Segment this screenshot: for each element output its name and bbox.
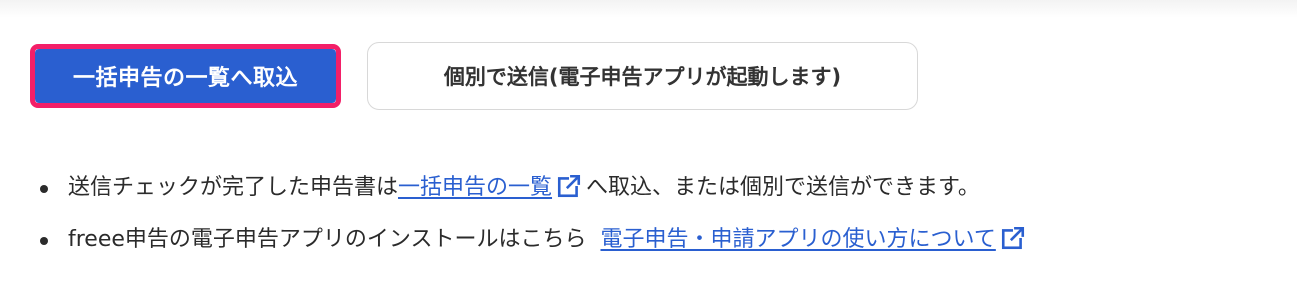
action-bar: 一括申告の一覧へ取込 個別で送信(電子申告アプリが起動します) [30,42,918,110]
top-shadow [0,0,1297,18]
install-note-text: freee申告の電子申告アプリのインストールはこちら [68,227,587,252]
external-link-icon[interactable] [556,173,582,199]
external-link-icon[interactable] [1000,225,1026,251]
note-text-prefix: 送信チェックが完了した申告書は [68,175,399,200]
list-item: freee申告の電子申告アプリのインストールはこちら 電子申告・申請アプリの使い方… [38,214,1030,266]
bulk-import-button[interactable]: 一括申告の一覧へ取込 [35,49,336,103]
list-item: 送信チェックが完了した申告書は一括申告の一覧 へ取込、または個別で送信ができます… [38,162,1030,214]
notes-list: 送信チェックが完了した申告書は一括申告の一覧 へ取込、または個別で送信ができます… [38,162,1030,266]
highlight-frame: 一括申告の一覧へ取込 [30,44,341,108]
individual-send-button[interactable]: 個別で送信(電子申告アプリが起動します) [367,42,918,110]
note-text-suffix: へ取込、または個別で送信ができます。 [586,175,980,200]
bulk-list-link[interactable]: 一括申告の一覧 [398,175,552,200]
app-usage-link[interactable]: 電子申告・申請アプリの使い方について [600,227,995,252]
